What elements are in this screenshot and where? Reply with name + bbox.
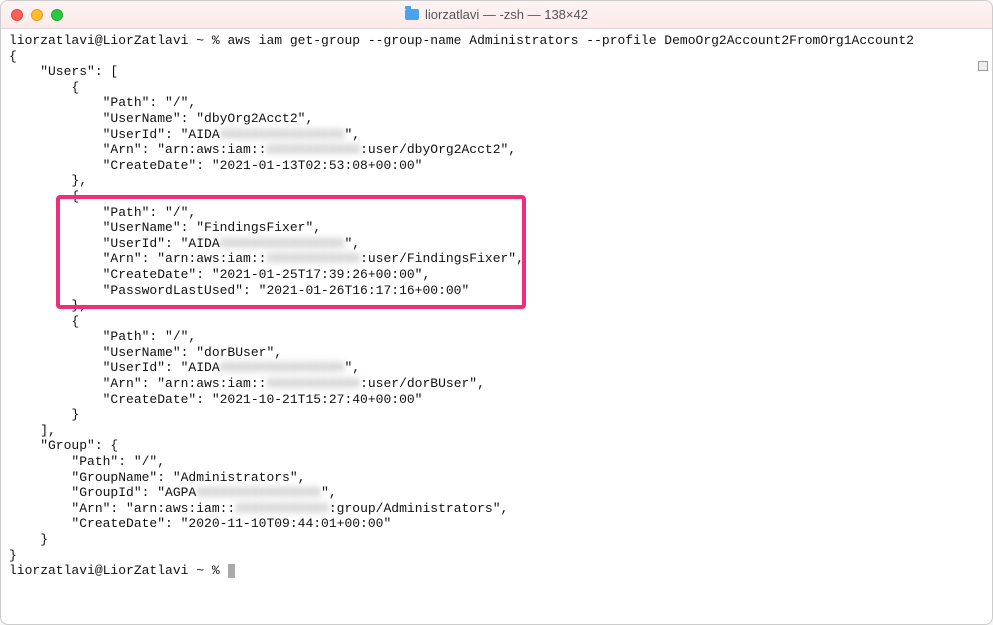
- redacted: XXXXXXXXXXXXXXXX: [220, 360, 345, 375]
- arn-suffix: :user/FindingsFixer",: [360, 251, 524, 266]
- output-line: "UserId": "AIDAXXXXXXXXXXXXXXXX",: [9, 360, 984, 376]
- output-line: "UserName": "dbyOrg2Acct2",: [9, 111, 984, 127]
- output-line: {: [9, 49, 984, 65]
- cursor-icon: [228, 564, 235, 578]
- window-title: liorzatlavi — -zsh — 138×42: [1, 7, 992, 23]
- redacted: XXXXXXXXXXXX: [235, 501, 329, 516]
- arn-prefix: "Arn": "arn:aws:iam::: [9, 501, 235, 516]
- arn-suffix: :user/dbyOrg2Acct2",: [360, 142, 516, 157]
- output-line: "PasswordLastUsed": "2021-01-26T16:17:16…: [9, 283, 984, 299]
- arn-suffix: :group/Administrators",: [329, 501, 508, 516]
- output-line: "Path": "/",: [9, 95, 984, 111]
- prompt: liorzatlavi@LiorZatlavi ~ %: [9, 563, 227, 578]
- prompt-line: liorzatlavi@LiorZatlavi ~ % aws iam get-…: [9, 33, 984, 49]
- userid-prefix: "UserId": "AIDA: [9, 236, 220, 251]
- userid-prefix: "UserId": "AIDA: [9, 360, 220, 375]
- output-line: "Users": [: [9, 64, 984, 80]
- userid-suffix: ",: [344, 236, 360, 251]
- output-line: "Path": "/",: [9, 205, 984, 221]
- redacted: XXXXXXXXXXXXXXXX: [220, 127, 345, 142]
- redacted: XXXXXXXXXXXXXXXX: [196, 485, 321, 500]
- output-line: "UserName": "FindingsFixer",: [9, 220, 984, 236]
- minimize-icon[interactable]: [31, 9, 43, 21]
- window-title-text: liorzatlavi — -zsh — 138×42: [425, 7, 588, 23]
- output-line: "Group": {: [9, 438, 984, 454]
- close-icon[interactable]: [11, 9, 23, 21]
- userid-suffix: ",: [344, 127, 360, 142]
- prompt-line: liorzatlavi@LiorZatlavi ~ %: [9, 563, 984, 579]
- redacted: XXXXXXXXXXXX: [266, 142, 360, 157]
- output-line: "CreateDate": "2021-01-13T02:53:08+00:00…: [9, 158, 984, 174]
- redacted: XXXXXXXXXXXX: [266, 376, 360, 391]
- output-line: "Arn": "arn:aws:iam::XXXXXXXXXXXX:user/d…: [9, 376, 984, 392]
- zoom-icon[interactable]: [51, 9, 63, 21]
- output-line: "Path": "/",: [9, 329, 984, 345]
- output-line: "CreateDate": "2021-01-25T17:39:26+00:00…: [9, 267, 984, 283]
- prompt: liorzatlavi@LiorZatlavi ~ %: [9, 33, 227, 48]
- redacted: XXXXXXXXXXXX: [266, 251, 360, 266]
- output-line: "UserName": "dorBUser",: [9, 345, 984, 361]
- userid-suffix: ",: [344, 360, 360, 375]
- redacted: XXXXXXXXXXXXXXXX: [220, 236, 345, 251]
- arn-prefix: "Arn": "arn:aws:iam::: [9, 251, 266, 266]
- terminal-window: liorzatlavi — -zsh — 138×42 liorzatlavi@…: [0, 0, 993, 625]
- output-line: {: [9, 189, 984, 205]
- output-line: "GroupName": "Administrators",: [9, 470, 984, 486]
- output-line: },: [9, 298, 984, 314]
- window-controls: [11, 9, 63, 21]
- folder-icon: [405, 9, 419, 20]
- output-line: "UserId": "AIDAXXXXXXXXXXXXXXXX",: [9, 236, 984, 252]
- titlebar: liorzatlavi — -zsh — 138×42: [1, 1, 992, 29]
- userid-prefix: "UserId": "AIDA: [9, 127, 220, 142]
- arn-prefix: "Arn": "arn:aws:iam::: [9, 142, 266, 157]
- output-line: {: [9, 314, 984, 330]
- output-line: "Path": "/",: [9, 454, 984, 470]
- output-line: },: [9, 173, 984, 189]
- output-line: "GroupId": "AGPAXXXXXXXXXXXXXXXX",: [9, 485, 984, 501]
- arn-suffix: :user/dorBUser",: [360, 376, 485, 391]
- scroll-indicator-icon: [978, 61, 988, 71]
- output-line: "Arn": "arn:aws:iam::XXXXXXXXXXXX:group/…: [9, 501, 984, 517]
- output-line: "CreateDate": "2021-10-21T15:27:40+00:00…: [9, 392, 984, 408]
- output-line: }: [9, 532, 984, 548]
- output-line: "Arn": "arn:aws:iam::XXXXXXXXXXXX:user/F…: [9, 251, 984, 267]
- output-line: }: [9, 407, 984, 423]
- output-line: {: [9, 80, 984, 96]
- groupid-prefix: "GroupId": "AGPA: [9, 485, 196, 500]
- output-line: ],: [9, 423, 984, 439]
- output-line: "Arn": "arn:aws:iam::XXXXXXXXXXXX:user/d…: [9, 142, 984, 158]
- groupid-suffix: ",: [321, 485, 337, 500]
- output-line: }: [9, 548, 984, 564]
- terminal-body[interactable]: liorzatlavi@LiorZatlavi ~ % aws iam get-…: [1, 29, 992, 624]
- arn-prefix: "Arn": "arn:aws:iam::: [9, 376, 266, 391]
- output-line: "CreateDate": "2020-11-10T09:44:01+00:00…: [9, 516, 984, 532]
- output-line: "UserId": "AIDAXXXXXXXXXXXXXXXX",: [9, 127, 984, 143]
- command-text: aws iam get-group --group-name Administr…: [227, 33, 914, 48]
